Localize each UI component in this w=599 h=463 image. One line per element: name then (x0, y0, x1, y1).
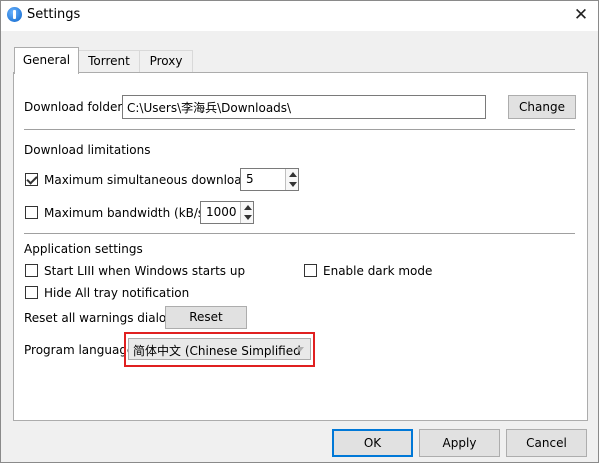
separator (24, 233, 575, 234)
arrow-down-icon[interactable] (244, 215, 252, 220)
stepper-arrows[interactable] (240, 202, 253, 223)
download-limitations-heading: Download limitations (24, 143, 151, 157)
application-settings-heading: Application settings (24, 242, 143, 256)
arrow-up-icon[interactable] (244, 205, 252, 210)
general-panel: Download folder: C:\Users\李海兵\Downloads\… (13, 72, 588, 421)
max-bandwidth-label: Maximum bandwidth (kB/s) (44, 206, 209, 220)
window-title: Settings (27, 7, 81, 22)
tab-torrent[interactable]: Torrent (78, 50, 140, 73)
separator (24, 129, 575, 130)
reset-warnings-label: Reset all warnings dialogs (24, 311, 181, 325)
download-folder-field[interactable]: C:\Users\李海兵\Downloads\ (122, 95, 486, 119)
max-bandwidth-stepper[interactable]: 1000 (200, 201, 254, 224)
start-with-windows-label: Start LIII when Windows starts up (44, 264, 246, 278)
start-with-windows-checkbox[interactable] (25, 264, 38, 277)
highlight-box (124, 332, 315, 367)
stepper-arrows[interactable] (285, 169, 298, 190)
dark-mode-label: Enable dark mode (323, 264, 433, 278)
tab-proxy[interactable]: Proxy (139, 50, 193, 73)
ok-button[interactable]: OK (332, 429, 413, 457)
hide-tray-checkbox[interactable] (25, 286, 38, 299)
change-button[interactable]: Change (508, 95, 576, 119)
cancel-button[interactable]: Cancel (506, 429, 587, 457)
max-downloads-label: Maximum simultaneous downloads (44, 173, 256, 187)
tab-general[interactable]: General (14, 47, 79, 74)
app-icon (7, 7, 22, 22)
max-downloads-value: 5 (246, 172, 254, 186)
arrow-down-icon[interactable] (289, 182, 297, 187)
hide-tray-label: Hide All tray notification (44, 286, 190, 300)
apply-button[interactable]: Apply (419, 429, 500, 457)
program-language-label: Program language (24, 343, 135, 357)
close-icon[interactable]: ✕ (570, 5, 592, 25)
reset-button[interactable]: Reset (165, 306, 247, 329)
settings-window: Settings ✕ General Torrent Proxy Downloa… (0, 0, 599, 463)
max-downloads-stepper[interactable]: 5 (240, 168, 299, 191)
max-downloads-checkbox[interactable] (25, 173, 38, 186)
arrow-up-icon[interactable] (289, 172, 297, 177)
dark-mode-checkbox[interactable] (304, 264, 317, 277)
max-bandwidth-checkbox[interactable] (25, 206, 38, 219)
download-folder-label: Download folder: (24, 100, 127, 114)
title-bar: Settings ✕ (1, 1, 598, 31)
max-bandwidth-value: 1000 (206, 205, 237, 219)
